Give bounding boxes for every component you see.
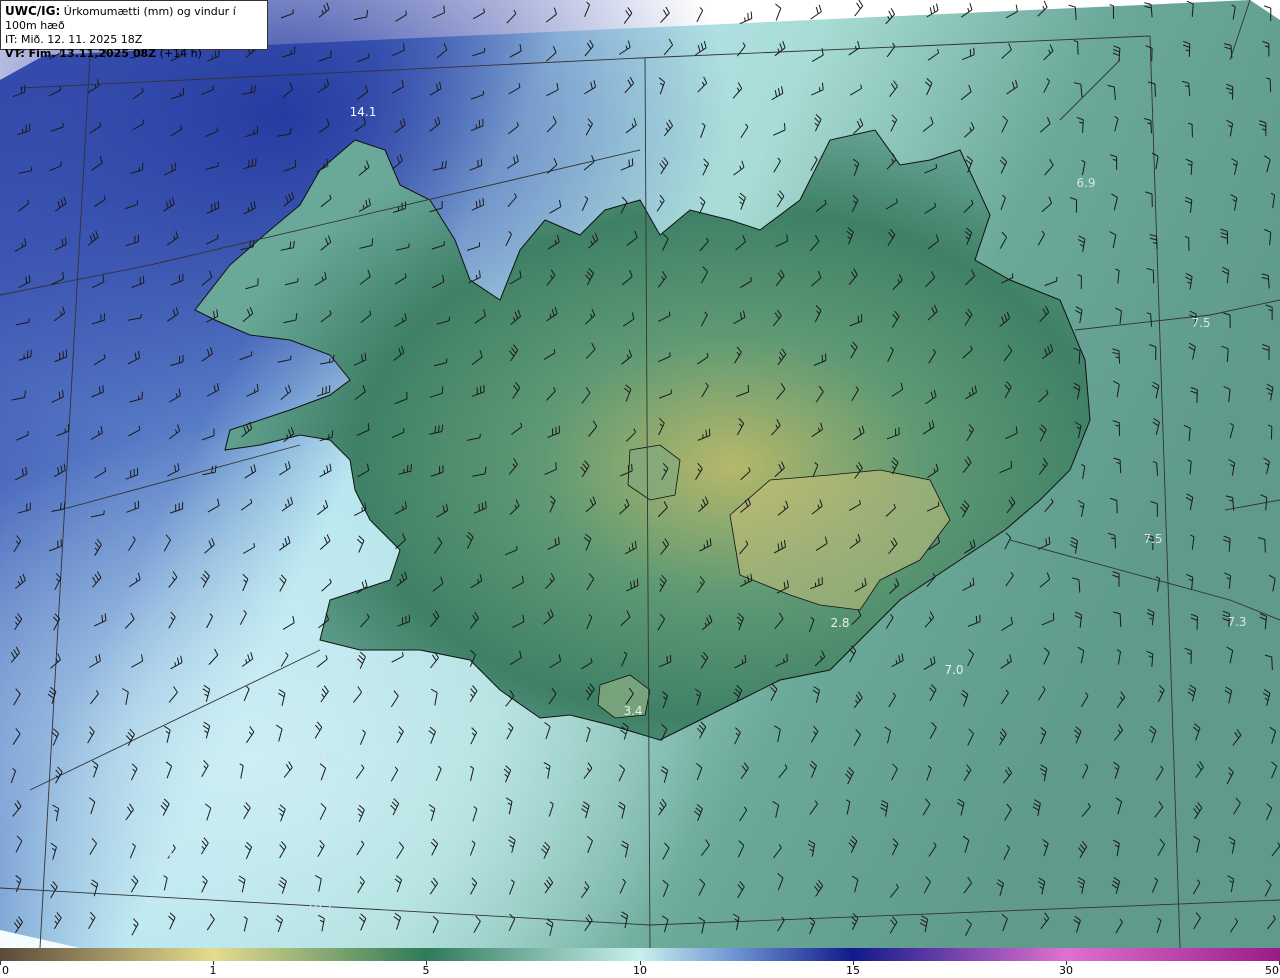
colorbar-tick-label: 15 xyxy=(846,964,860,977)
colorbar-strip xyxy=(0,948,1280,961)
value-label: 7.0 xyxy=(944,663,963,677)
colorbar-tick-label: 0 xyxy=(2,964,9,977)
precipitation-map: 14.1 6.9 7.5 7.5 7.3 7.0 2.8 3.4 10.7 10.0 10.1 xyxy=(0,0,1280,948)
colorbar-tick-label: 30 xyxy=(1059,964,1073,977)
colorbar-tick-label: 1 xyxy=(209,964,217,977)
model-name: UWC/IG: xyxy=(5,4,61,18)
value-label: 6.9 xyxy=(1076,176,1095,190)
valid-time: VT: Fim. 13.11.2025 08Z xyxy=(5,47,157,60)
colorbar-tick-label: 50 xyxy=(1265,964,1279,977)
value-label: 7.5 xyxy=(1191,316,1210,330)
value-label: 14.1 xyxy=(350,105,377,119)
valid-time-line: VT: Fim. 13.11.2025 08Z (+14 h) xyxy=(5,47,263,61)
value-label: 7.3 xyxy=(1227,615,1246,629)
value-label: 3.4 xyxy=(623,704,642,718)
colorbar-tick-label: 5 xyxy=(422,964,430,977)
forecast-offset: (+14 h) xyxy=(159,47,202,60)
value-label: 7.5 xyxy=(1143,532,1162,546)
value-label: 10.0 xyxy=(150,851,177,865)
header-title-line: UWC/IG: Úrkomumætti (mm) og vindur í 100… xyxy=(5,4,263,33)
map-info-box: UWC/IG: Úrkomumætti (mm) og vindur í 100… xyxy=(0,0,268,60)
colorbar-tick-label: 10 xyxy=(633,964,647,977)
colorbar-tick xyxy=(0,961,1,965)
colorbar: 0 1 5 10 15 30 50 xyxy=(0,948,1280,978)
value-label: 2.8 xyxy=(830,616,849,630)
value-label: 10.7 xyxy=(318,751,345,765)
init-time: IT: Mið. 12. 11. 2025 18Z xyxy=(5,33,143,46)
value-label: 10.1 xyxy=(307,901,334,915)
